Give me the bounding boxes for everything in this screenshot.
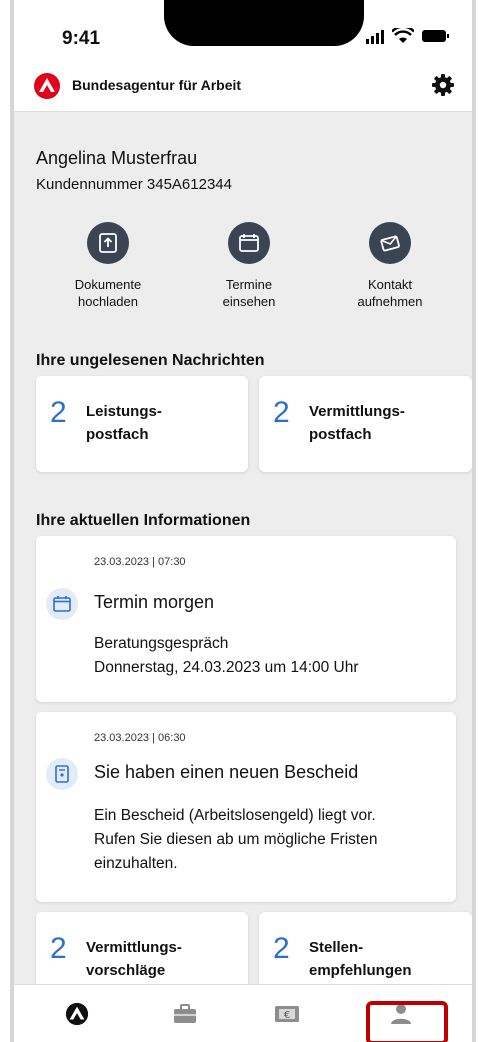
calendar-icon xyxy=(228,222,270,264)
contact-label: Kontakt aufnehmen xyxy=(357,277,423,309)
briefcase-icon xyxy=(174,1004,196,1023)
status-icons xyxy=(366,28,449,44)
nav-finances[interactable]: € xyxy=(272,999,302,1029)
placement-inbox-tile[interactable]: 2 Vermittlungs- postfach xyxy=(259,376,472,472)
customer-name: Angelina Musterfrau xyxy=(36,148,198,168)
quick-actions: Dokumente hochladen Termine einsehen Kon… xyxy=(44,222,454,310)
upload-documents-label: Dokumente hochladen xyxy=(74,277,142,309)
app-header: Bundesagentur für Arbeit xyxy=(14,60,472,112)
status-bar: 9:41 xyxy=(14,0,472,60)
contact-button[interactable]: Kontakt aufnehmen xyxy=(326,222,454,310)
benefits-inbox-label: Leistungs- postfach xyxy=(86,403,162,443)
decision-card[interactable]: 23.03.2023 | 06:30 Sie haben einen neuen… xyxy=(36,712,456,902)
phone-screen: 9:41 Bundesagentur für Arbeit Angelina M… xyxy=(10,0,476,1042)
placement-inbox-label: Vermittlungs- postfach xyxy=(309,403,405,443)
profile-highlight-frame xyxy=(366,1001,448,1042)
placement-inbox-count: 2 xyxy=(273,396,290,429)
current-information-heading: Ihre aktuellen Informationen xyxy=(36,512,251,529)
notch xyxy=(164,0,364,46)
job-recommendations-label: Stellen- empfehlungen xyxy=(309,939,412,979)
brand-name: Bundesagentur für Arbeit xyxy=(72,77,242,93)
customer-number: Kundennummer 345A612344 xyxy=(36,176,232,193)
mail-icon xyxy=(369,222,411,264)
job-recommendations-count: 2 xyxy=(273,932,290,965)
signal-icon xyxy=(366,28,384,44)
card-body-line: Beratungsgespräch xyxy=(94,635,229,652)
status-time: 9:41 xyxy=(62,28,101,49)
benefits-inbox-count: 2 xyxy=(50,396,67,429)
settings-gear-icon[interactable] xyxy=(430,72,456,98)
card-body: Ein Bescheid (Arbeitslosengeld) liegt vo… xyxy=(94,804,444,876)
view-appointments-label: Termine einsehen xyxy=(222,277,276,309)
home-icon xyxy=(65,1002,89,1026)
card-timestamp: 23.03.2023 | 06:30 xyxy=(94,732,186,744)
card-title: Sie haben einen neuen Bescheid xyxy=(94,762,359,782)
placement-proposals-label: Vermittlungs- vorschläge xyxy=(86,939,182,979)
svg-text:€: € xyxy=(284,1010,290,1021)
euro-icon: € xyxy=(275,1006,299,1022)
nav-jobs[interactable] xyxy=(170,999,200,1029)
upload-document-icon xyxy=(87,222,129,264)
nav-home[interactable] xyxy=(62,999,92,1029)
view-appointments-button[interactable]: Termine einsehen xyxy=(185,222,313,310)
card-body-line: Ein Bescheid (Arbeitslosengeld) liegt vo… xyxy=(94,807,376,824)
unread-messages-heading: Ihre ungelesenen Nachrichten xyxy=(36,352,265,369)
card-body: Beratungsgespräch Donnerstag, 24.03.2023… xyxy=(94,632,444,680)
card-body-line: Rufen Sie diesen ab um mögliche Fristen xyxy=(94,831,378,848)
card-timestamp: 23.03.2023 | 07:30 xyxy=(94,556,186,568)
card-body-line: Donnerstag, 24.03.2023 um 14:00 Uhr xyxy=(94,659,359,676)
appointment-card[interactable]: 23.03.2023 | 07:30 Termin morgen Beratun… xyxy=(36,536,456,702)
card-title: Termin morgen xyxy=(94,592,215,612)
document-icon xyxy=(46,758,78,790)
placement-proposals-count: 2 xyxy=(50,932,67,965)
wifi-icon xyxy=(392,28,414,43)
battery-icon xyxy=(422,30,449,42)
calendar-icon xyxy=(46,588,78,620)
card-body-line: einzuhalten. xyxy=(94,855,178,872)
upload-documents-button[interactable]: Dokumente hochladen xyxy=(44,222,172,310)
benefits-inbox-tile[interactable]: 2 Leistungs- postfach xyxy=(36,376,248,472)
ba-logo-icon xyxy=(34,73,60,99)
